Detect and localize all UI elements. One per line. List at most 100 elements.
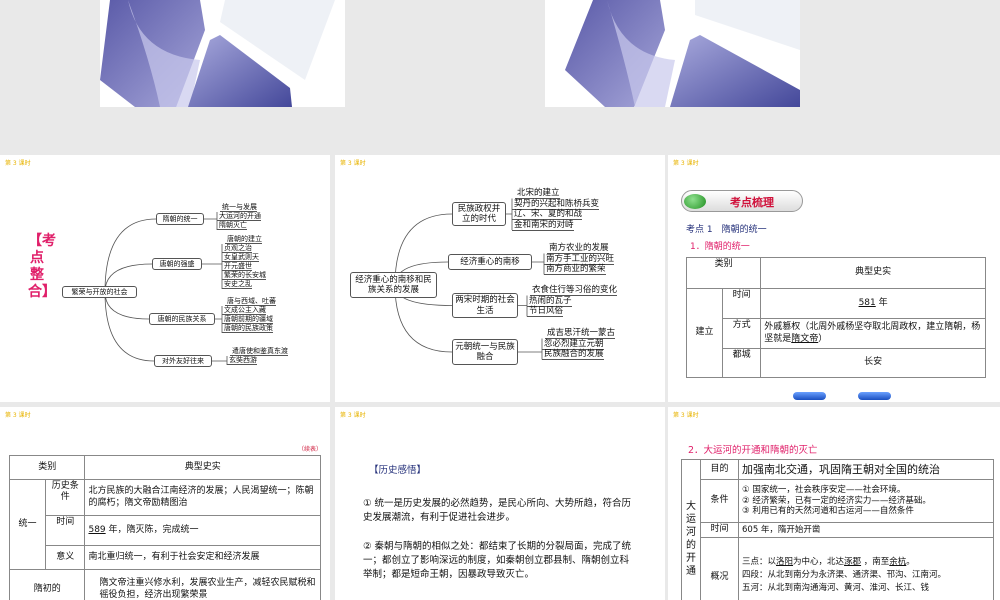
row-value: 北方民族的大融合江南经济的发展；人民渴望统一；陈朝的腐朽；隋文帝励精图治 (84, 479, 321, 516)
slide-thumbnail-mindmap-tang[interactable]: 第 3 课时 【考点整合】 繁荣与开放的社会 隋朝的统一 统一与发展 大运河的开通 隋朝… (0, 155, 330, 402)
mindmap-item: 契丹的兴起和陈桥兵变 (512, 198, 600, 210)
mindmap-branch: 两宋时期的社会生活 (452, 293, 518, 318)
row-value: 605 年，隋开始开凿 (738, 522, 994, 538)
mindmap-item: 辽、宋、夏的和战 (512, 209, 583, 220)
header-fact: 典型史实 (84, 455, 321, 480)
overview-line: 五河：从北到南沟通海河、黄河、淮河、长江、钱 (742, 583, 930, 593)
reflection-title: 【历史感悟】 (369, 465, 427, 476)
mindmap-branch: 民族政权并立的时代 (452, 202, 506, 226)
mindmap-item: 南方农业的发展 (547, 243, 609, 254)
reflection-point-2: ② 秦朝与隋朝的相似之处：都结束了长期的分裂局面，完成了统一；都创立了影响深远的… (363, 541, 632, 580)
mindmap-item: 衣食住行等习俗的变化 (530, 285, 618, 296)
header-category: 类别 (685, 257, 762, 289)
row-key: 隋初的 (8, 569, 86, 600)
mindmap-item: 忽必烈建立元朝 (542, 338, 604, 350)
branch-connector (104, 218, 157, 293)
mindmap-item: 北宋的建立 (515, 188, 560, 199)
lesson-tag: 第 3 课时 (340, 412, 366, 419)
mindmap-item: 贞观之治 (222, 244, 252, 253)
row-value: 长安 (760, 348, 986, 378)
mindmap-item: 隋朝灭亡 (217, 221, 247, 230)
slide-thumbnail-mindmap-song[interactable]: 第 3 课时 经济重心的南移和民族关系的发展 民族政权并立的时代 北宋的建立 契丹的兴… (335, 155, 665, 402)
mindmap-item: 繁荣的长安城 (222, 271, 266, 280)
section-pill-label: 考点梳理 (730, 196, 774, 209)
row-value-underlined: 581 (858, 297, 876, 308)
sub-heading: 1．隋朝的统一 (690, 242, 750, 252)
reflection-point-1: ① 统一是历史发展的必然趋势，是民心所向、大势所趋，符合历史发展潮流，有利于促进… (363, 498, 632, 523)
overview-line: 三点：以洛阳为中心，北达涿郡 ，南至余杭。 (742, 557, 915, 567)
mindmap-item: 节日风俗 (527, 306, 564, 317)
item-bracket (215, 306, 223, 333)
mindmap-item: 女皇武则天 (222, 253, 259, 262)
overview-line: 四段：从北到南分为永济渠、通济渠、邗沟、江南河。 (742, 570, 947, 580)
mindmap-item: 开元盛世 (222, 262, 252, 271)
mindmap-branch: 对外友好往来 (154, 355, 212, 367)
purple-tiles-image (100, 0, 335, 107)
item-bracket (202, 244, 223, 289)
row-value: 年，隋灭陈，完成统一 (105, 524, 199, 535)
header-category: 类别 (8, 455, 86, 480)
slide-thumbnail-sui-table-cont[interactable]: 第 3 课时 （续表） 类别 典型史实 统一 历史条件 北方民族的大融合江南经济的发展… (0, 407, 330, 600)
mindmap-branch: 元朝统一与民族融合 (452, 339, 518, 365)
next-button[interactable] (858, 392, 891, 400)
mindmap-item: 安史之乱 (222, 280, 252, 289)
row-key: 意义 (44, 545, 86, 570)
mindmap-item: 大运河的开通 (217, 212, 261, 221)
continued-label: （续表） (297, 446, 322, 453)
sui-table: 类别 典型史实 建立 时间 581 年 方式 外戚篡权（北周外戚杨坚夺取北周政权，建立隋… (685, 257, 986, 378)
row-value-underlined: 隋文帝 (791, 333, 819, 344)
slide-thumbnail-grand-canal[interactable]: 第 3 课时 2．大运河的开通和隋朝的灭亡 大运河的开通 目的 加强南北交通，巩固隋… (668, 407, 1000, 600)
sui-table-continued: 类别 典型史实 统一 历史条件 北方民族的大融合江南经济的发展；人民渴望统一；陈朝的腐… (8, 455, 321, 600)
slide-thumbnail-sui-unification[interactable]: 第 3 课时 考点梳理 考点 1 隋朝的统一 1．隋朝的统一 类别 典型史实 建立… (668, 155, 1000, 402)
row-key: 条件 (700, 479, 739, 523)
mindmap-item: 金和南宋的对峙 (512, 219, 574, 231)
group-label: 建立 (686, 288, 723, 378)
lesson-tag: 第 3 课时 (5, 412, 31, 419)
row-key: 概况 (700, 537, 739, 600)
row-key: 都城 (721, 348, 762, 378)
mindmap-item: 遣唐使和鉴真东渡 (230, 347, 288, 356)
mindmap-item: 唐朝的建立 (225, 235, 262, 244)
slide-thumbnail-cover-2[interactable] (545, 0, 800, 107)
branch-connector (104, 291, 155, 362)
mindmap-item: 统一与发展 (220, 203, 257, 212)
mindmap-branch: 唐朝的民族关系 (149, 313, 215, 325)
mindmap-branch: 唐朝的强盛 (152, 258, 202, 270)
lesson-tag: 第 3 课时 (673, 412, 699, 419)
row-value-underlined: 589 (88, 524, 106, 535)
row-key: 历史条件 (44, 479, 86, 516)
row-value: 加强南北交通，巩固隋王朝对全国的统治 (738, 459, 994, 480)
mindmap-center: 繁荣与开放的社会 (62, 286, 137, 298)
item-bracket (518, 295, 528, 317)
item-bracket (204, 212, 218, 230)
mindmap-item: 唐朝前期的疆域 (222, 315, 273, 324)
mindmap-item: 南方手工业的兴旺 (544, 253, 615, 265)
item-bracket (518, 338, 543, 360)
mindmap-branch: 经济重心的南移 (448, 254, 532, 270)
slide-thumbnail-cover-1[interactable] (100, 0, 345, 107)
canal-table: 大运河的开通 目的 加强南北交通，巩固隋王朝对全国的统治 条件 ① 国家统一，社会秩序… (681, 459, 994, 600)
row-key: 时间 (700, 522, 739, 538)
condition-line: ③ 利用已有的天然河道和古运河——自然条件 (742, 506, 914, 517)
mindmap-item: 民族融合的发展 (542, 349, 604, 360)
row-value: 隋文帝注重兴修水利，发展农业生产，减轻农民赋税和徭役负担，经济出现繁荣景 (84, 569, 321, 600)
row-key: 目的 (700, 459, 739, 480)
group-label: 统一 (9, 479, 46, 570)
point-heading: 考点 1 隋朝的统一 (686, 225, 767, 235)
mindmap-item: 唐与西域、吐蕃 (225, 297, 276, 306)
condition-line: ① 国家统一，社会秩序安定——社会环境。 (742, 485, 906, 496)
purple-tiles-image (565, 0, 800, 107)
item-bracket (212, 356, 228, 365)
row-key: 方式 (721, 318, 762, 349)
mindmap-item: 热闹的瓦子 (527, 295, 572, 307)
row-value: 南北重归统一，有利于社会安定和经济发展 (84, 545, 321, 570)
item-bracket (532, 253, 545, 275)
green-dot-icon (684, 194, 706, 209)
prev-button[interactable] (793, 392, 826, 400)
mindmap-item: 文成公主入藏 (222, 306, 266, 315)
mindmap-item: 玄奘西游 (227, 356, 257, 365)
row-value: 年 (875, 297, 888, 308)
section-pill: 考点梳理 (681, 190, 803, 212)
slide-thumbnail-reflection[interactable]: 第 3 课时 【历史感悟】 ① 统一是历史发展的必然趋势，是民心所向、大势所趋，… (335, 407, 665, 600)
mindmap-item: 成吉思汗统一蒙古 (545, 328, 616, 339)
